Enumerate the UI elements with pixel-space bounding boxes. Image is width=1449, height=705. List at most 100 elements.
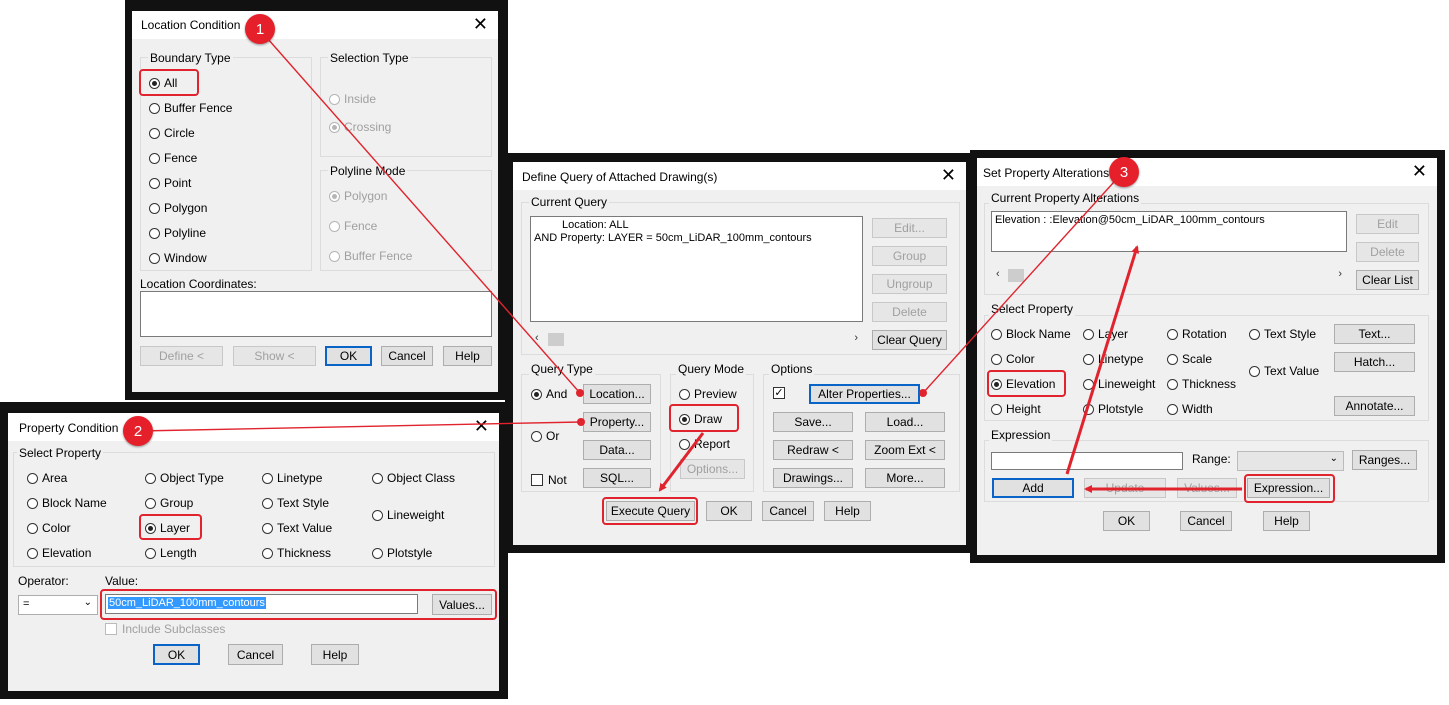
radio-fence[interactable]: Fence (149, 151, 197, 165)
radio-buffer-fence[interactable]: Buffer Fence (149, 101, 232, 115)
radio-pm-polygon[interactable]: Polygon (329, 189, 387, 203)
cancel-button[interactable]: Cancel (381, 346, 433, 366)
radio-area[interactable]: Area (27, 471, 67, 485)
cancel-button[interactable]: Cancel (762, 501, 814, 521)
scroll-right-icon[interactable]: › (1338, 268, 1342, 280)
alter-properties-checkbox[interactable]: ✓ (773, 387, 790, 399)
radio-plotstyle[interactable]: Plotstyle (372, 546, 432, 560)
radio-color[interactable]: Color (27, 521, 71, 535)
radio-report[interactable]: Report (679, 437, 730, 451)
range-select[interactable]: ⌄ (1237, 451, 1344, 471)
current-alterations-list[interactable]: Elevation : :Elevation@50cm_LiDAR_100mm_… (991, 211, 1347, 252)
add-button[interactable]: Add (992, 478, 1074, 498)
radio-window[interactable]: Window (149, 251, 207, 265)
alter-properties-button[interactable]: Alter Properties... (809, 384, 920, 404)
ok-button[interactable]: OK (325, 346, 372, 366)
radio-color[interactable]: Color (991, 352, 1035, 366)
help-button[interactable]: Help (443, 346, 492, 366)
radio-or[interactable]: Or (531, 429, 559, 443)
radio-width[interactable]: Width (1167, 402, 1213, 416)
radio-group[interactable]: Group (145, 496, 193, 510)
ok-button[interactable]: OK (1103, 511, 1150, 531)
radio-polygon[interactable]: Polygon (149, 201, 207, 215)
group-button[interactable]: Group (872, 246, 947, 266)
radio-height[interactable]: Height (991, 402, 1041, 416)
help-button[interactable]: Help (1263, 511, 1310, 531)
radio-circle[interactable]: Circle (149, 126, 195, 140)
operator-select[interactable]: = ⌄ (18, 595, 98, 615)
not-checkbox[interactable]: Not (531, 473, 567, 487)
scroll-left-icon[interactable]: ‹ (535, 332, 539, 344)
radio-thickness[interactable]: Thickness (262, 546, 331, 560)
ranges-button[interactable]: Ranges... (1352, 450, 1417, 470)
radio-rotation[interactable]: Rotation (1167, 327, 1227, 341)
radio-text-style[interactable]: Text Style (262, 496, 329, 510)
current-query-list[interactable]: Location: ALL AND Property: LAYER = 50cm… (530, 216, 863, 322)
radio-polyline[interactable]: Polyline (149, 226, 206, 240)
radio-inside[interactable]: Inside (329, 92, 376, 106)
radio-plotstyle[interactable]: Plotstyle (1083, 402, 1143, 416)
radio-object-class[interactable]: Object Class (372, 471, 455, 485)
radio-text-value[interactable]: Text Value (262, 521, 332, 535)
radio-elevation[interactable]: Elevation (27, 546, 91, 560)
radio-scale[interactable]: Scale (1167, 352, 1212, 366)
more-button[interactable]: More... (865, 468, 945, 488)
close-icon[interactable]: ✕ (474, 416, 489, 436)
radio-layer[interactable]: Layer (1083, 327, 1128, 341)
horizontal-scrollbar[interactable]: ‹ › (991, 268, 1347, 284)
radio-length[interactable]: Length (145, 546, 197, 560)
data-button[interactable]: Data... (583, 440, 651, 460)
radio-linetype[interactable]: Linetype (1083, 352, 1143, 366)
delete-button[interactable]: Delete (1356, 242, 1419, 262)
clear-query-button[interactable]: Clear Query (872, 330, 947, 350)
close-icon[interactable]: ✕ (1412, 161, 1427, 181)
help-button[interactable]: Help (311, 644, 359, 665)
edit-button[interactable]: Edit... (872, 218, 947, 238)
values-button[interactable]: Values... (1177, 478, 1237, 498)
scroll-thumb[interactable] (548, 333, 564, 346)
radio-lineweight[interactable]: Lineweight (1083, 377, 1155, 391)
update-button[interactable]: Update (1084, 478, 1166, 498)
zoom-ext-button[interactable]: Zoom Ext < (865, 440, 945, 460)
radio-pm-fence[interactable]: Fence (329, 219, 377, 233)
scroll-left-icon[interactable]: ‹ (996, 268, 1000, 280)
radio-linetype[interactable]: Linetype (262, 471, 322, 485)
radio-block-name[interactable]: Block Name (27, 496, 107, 510)
property-button[interactable]: Property... (583, 412, 651, 432)
sql-button[interactable]: SQL... (583, 468, 651, 488)
delete-button[interactable]: Delete (872, 302, 947, 322)
hatch-button[interactable]: Hatch... (1334, 352, 1415, 372)
scroll-thumb[interactable] (1008, 269, 1024, 282)
options-button[interactable]: Options... (680, 459, 745, 479)
text-button[interactable]: Text... (1334, 324, 1415, 344)
include-subclasses-checkbox[interactable]: Include Subclasses (105, 622, 225, 636)
save-button[interactable]: Save... (773, 412, 853, 432)
load-button[interactable]: Load... (865, 412, 945, 432)
radio-and[interactable]: And (531, 387, 567, 401)
radio-lineweight[interactable]: Lineweight (372, 508, 444, 522)
radio-preview[interactable]: Preview (679, 387, 737, 401)
cancel-button[interactable]: Cancel (1180, 511, 1232, 531)
location-coordinates-box[interactable] (140, 291, 492, 337)
radio-text-value[interactable]: Text Value (1249, 364, 1319, 378)
radio-text-style[interactable]: Text Style (1249, 327, 1316, 341)
radio-pm-buffer-fence[interactable]: Buffer Fence (329, 249, 412, 263)
radio-point[interactable]: Point (149, 176, 191, 190)
help-button[interactable]: Help (824, 501, 871, 521)
radio-crossing[interactable]: Crossing (329, 120, 391, 134)
horizontal-scrollbar[interactable]: ‹ › (530, 332, 863, 348)
scroll-right-icon[interactable]: › (854, 332, 858, 344)
expression-input[interactable] (991, 452, 1183, 470)
drawings-button[interactable]: Drawings... (773, 468, 853, 488)
close-icon[interactable]: ✕ (473, 14, 488, 34)
redraw-button[interactable]: Redraw < (773, 440, 853, 460)
cancel-button[interactable]: Cancel (228, 644, 283, 665)
ungroup-button[interactable]: Ungroup (872, 274, 947, 294)
edit-button[interactable]: Edit (1356, 214, 1419, 234)
ok-button[interactable]: OK (153, 644, 200, 665)
define-button[interactable]: Define < (140, 346, 223, 366)
location-button[interactable]: Location... (583, 384, 651, 404)
clear-list-button[interactable]: Clear List (1356, 270, 1419, 290)
show-button[interactable]: Show < (233, 346, 316, 366)
annotate-button[interactable]: Annotate... (1334, 396, 1415, 416)
